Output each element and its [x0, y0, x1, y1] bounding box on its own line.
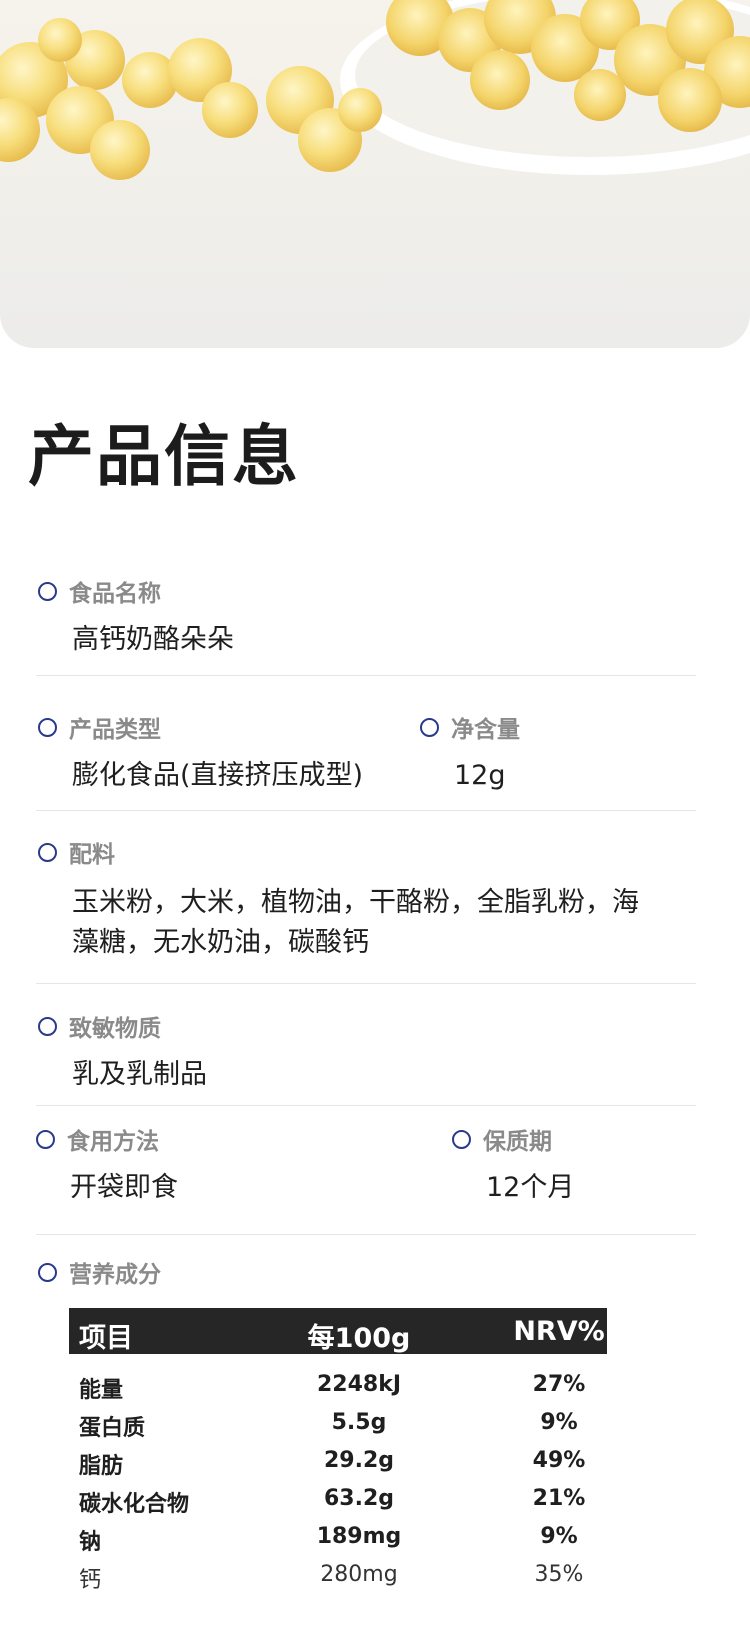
field-usage: 食用方法 开袋即食 [36, 1124, 178, 1208]
field-shelf-life: 保质期 12个月 [452, 1124, 574, 1208]
field-value: 膨化食品(直接挤压成型) [72, 760, 364, 791]
ingredients-line: 玉米粉，大米，植物油，干酪粉，全脂乳粉，海 [72, 887, 639, 918]
divider [36, 675, 696, 676]
table-cell: 280mg [320, 1562, 398, 1587]
table-cell: 9% [540, 1410, 578, 1435]
field-value: 乳及乳制品 [72, 1059, 207, 1090]
table-cell: 9% [540, 1524, 578, 1549]
circle-bullet-icon [36, 1129, 55, 1149]
field-label: 产品类型 [69, 717, 161, 743]
field-label: 营养成分 [69, 1262, 161, 1288]
circle-bullet-icon [38, 1262, 57, 1282]
table-header-cell: 项目 [79, 1323, 133, 1354]
field-nutrition: 营养成分 [38, 1257, 161, 1288]
circle-bullet-icon [38, 842, 57, 862]
table-cell: 49% [532, 1448, 586, 1473]
table-row: 钠 189mg 9% [69, 1522, 607, 1556]
nutrition-table-header: 项目 每100g NRV% [69, 1308, 607, 1354]
table-cell: 能量 [79, 1378, 124, 1403]
divider [36, 1105, 696, 1106]
divider [36, 983, 696, 984]
table-cell: 189mg [316, 1524, 402, 1549]
field-value: 高钙奶酪朵朵 [72, 624, 234, 655]
field-ingredients: 配料 玉米粉，大米，植物油，干酪粉，全脂乳粉，海 藻糖，无水奶油，碳酸钙 [38, 837, 639, 963]
hero-product-image [0, 0, 750, 348]
table-cell: 钠 [79, 1530, 102, 1555]
field-label: 配料 [69, 842, 115, 868]
cheese-puffs-illustration [0, 0, 750, 180]
field-food-name: 食品名称 高钙奶酪朵朵 [38, 576, 234, 660]
field-label: 食用方法 [67, 1129, 159, 1155]
table-cell: 29.2g [323, 1448, 395, 1473]
table-cell: 碳水化合物 [79, 1492, 190, 1517]
section-title: 产品信息 [28, 418, 300, 495]
table-cell: 63.2g [323, 1486, 395, 1511]
field-value: 玉米粉，大米，植物油，干酪粉，全脂乳粉，海 藻糖，无水奶油，碳酸钙 [72, 883, 639, 963]
circle-bullet-icon [420, 717, 439, 737]
field-net-content: 净含量 12g [420, 712, 520, 796]
field-label: 致敏物质 [69, 1016, 161, 1042]
table-row: 钙 280mg 35% [69, 1560, 607, 1594]
table-cell: 5.5g [331, 1410, 387, 1435]
table-row: 能量 2248kJ 27% [69, 1370, 607, 1404]
divider [36, 1234, 696, 1235]
field-value: 开袋即食 [70, 1172, 178, 1203]
field-label: 食品名称 [69, 581, 161, 607]
table-cell: 蛋白质 [79, 1416, 146, 1441]
table-cell: 21% [532, 1486, 586, 1511]
field-label: 保质期 [483, 1129, 552, 1155]
table-cell: 27% [532, 1372, 586, 1397]
field-product-type: 产品类型 膨化食品(直接挤压成型) [38, 712, 363, 796]
field-allergens: 致敏物质 乳及乳制品 [38, 1011, 207, 1095]
field-label: 净含量 [451, 717, 520, 743]
table-header-cell: 每100g [307, 1323, 411, 1354]
table-cell: 35% [534, 1562, 584, 1587]
ingredients-line: 藻糖，无水奶油，碳酸钙 [72, 927, 369, 958]
table-row: 蛋白质 5.5g 9% [69, 1408, 607, 1442]
table-cell: 2248kJ [316, 1372, 402, 1397]
circle-bullet-icon [38, 1016, 57, 1036]
field-value: 12个月 [486, 1172, 575, 1203]
circle-bullet-icon [38, 581, 57, 601]
divider [36, 810, 696, 811]
circle-bullet-icon [38, 717, 57, 737]
table-header-cell: NRV% [513, 1316, 605, 1347]
field-value: 12g [454, 760, 506, 791]
table-row: 碳水化合物 63.2g 21% [69, 1484, 607, 1518]
circle-bullet-icon [452, 1129, 471, 1149]
table-cell: 脂肪 [79, 1454, 124, 1479]
table-row: 脂肪 29.2g 49% [69, 1446, 607, 1480]
table-cell: 钙 [79, 1568, 102, 1593]
